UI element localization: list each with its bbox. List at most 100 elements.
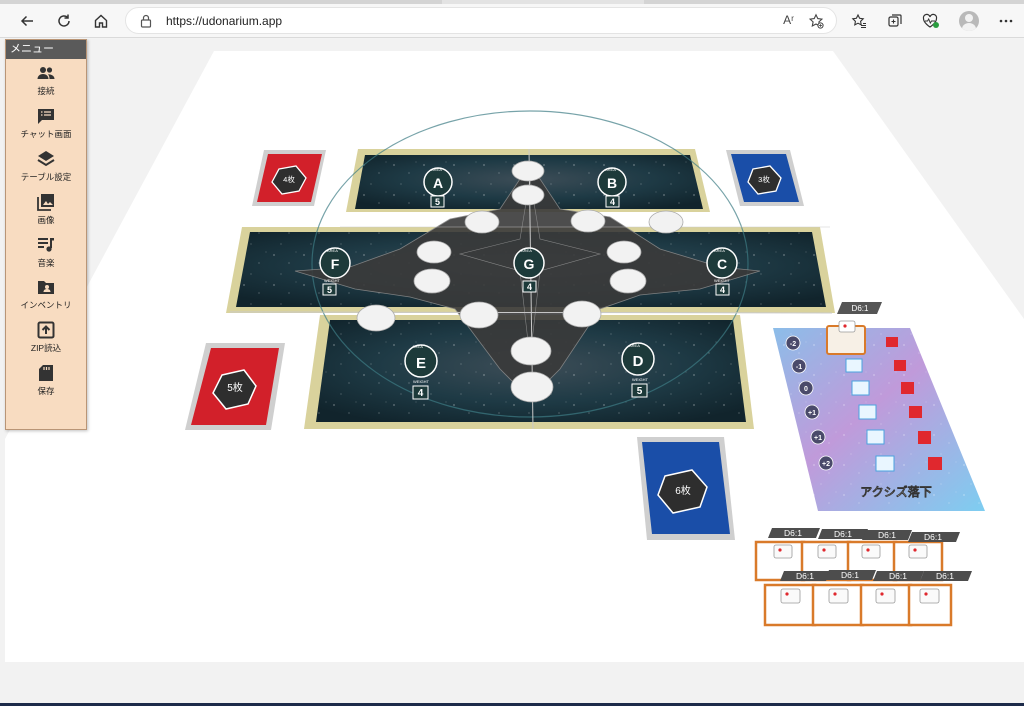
svg-text:AREA: AREA (629, 343, 640, 348)
svg-text:C: C (717, 256, 727, 272)
svg-text:AREA: AREA (327, 248, 338, 253)
menu-title[interactable]: メニュー (6, 40, 86, 59)
more-menu-button[interactable] (993, 8, 1019, 34)
menu-item-images[interactable]: 画像 (6, 187, 86, 230)
favorites-star-icon (851, 13, 866, 28)
svg-text:B: B (607, 175, 617, 191)
svg-text:WEIGHT: WEIGHT (324, 278, 341, 283)
favorites-button[interactable] (846, 8, 872, 34)
home-icon (94, 14, 108, 28)
add-favorite-icon[interactable] (808, 13, 824, 29)
die-label: D6:1 (878, 530, 896, 540)
position-token (464, 210, 500, 234)
position-token (609, 268, 647, 294)
svg-text:4: 4 (418, 388, 424, 399)
svg-text:WEIGHT: WEIGHT (632, 377, 649, 382)
svg-text:WEIGHT: WEIGHT (714, 278, 731, 283)
arrow-left-icon (20, 15, 33, 27)
svg-text:AREA: AREA (431, 167, 442, 172)
menu-item-connect[interactable]: 接続 (6, 59, 86, 102)
page-viewport: AREA A 5 AREA B 4 AREA C WEIGHT 4 AREA D… (0, 39, 1024, 703)
position-token (570, 209, 606, 233)
die-label: D6:1 (924, 532, 942, 542)
dice-tray[interactable]: D6:1 D6:1 D6:1 D6:1 D6:1 D6:1 D6:1 D6:1 (754, 528, 972, 627)
layers-icon (36, 149, 56, 169)
menu-item-table-settings[interactable]: テーブル設定 (6, 145, 86, 188)
svg-text:4: 4 (610, 197, 615, 207)
svg-text:5: 5 (637, 386, 643, 397)
card-deck-blue[interactable]: 6枚 (637, 437, 735, 540)
avatar (959, 11, 979, 31)
home-button[interactable] (88, 8, 114, 34)
svg-text:E: E (416, 355, 426, 372)
chat-icon (36, 106, 56, 126)
position-token (459, 301, 499, 329)
music-icon (36, 235, 56, 255)
track-title: アクシズ落下 (860, 484, 931, 499)
position-token (606, 240, 642, 264)
svg-text:-2: -2 (790, 341, 796, 348)
image-icon (36, 192, 56, 212)
svg-text:3枚: 3枚 (758, 174, 770, 184)
svg-text:4枚: 4枚 (283, 174, 295, 184)
profile-button[interactable] (956, 8, 982, 34)
position-token (356, 304, 396, 332)
menu-item-zip-load[interactable]: ZIP読込 (6, 316, 86, 359)
lock-icon[interactable] (140, 14, 152, 28)
browser-essentials-button[interactable] (918, 8, 944, 34)
svg-text:G: G (524, 256, 535, 272)
people-icon (36, 63, 56, 83)
svg-text:AREA: AREA (521, 248, 532, 253)
refresh-button[interactable] (51, 8, 77, 34)
svg-text:AREA: AREA (714, 248, 725, 253)
card-deck-red[interactable]: 4枚 (252, 150, 326, 206)
read-aloud-button[interactable]: Aʳ (783, 13, 794, 27)
die-label: D6:1 (834, 529, 852, 539)
die-label: D6:1 (841, 570, 859, 580)
position-token (413, 268, 451, 294)
svg-text:+1: +1 (808, 410, 816, 417)
svg-text:5枚: 5枚 (227, 381, 243, 394)
position-token (416, 240, 452, 264)
die-label: D6:1 (889, 571, 907, 581)
menu-item-music[interactable]: 音楽 (6, 230, 86, 273)
svg-text:4: 4 (527, 282, 532, 292)
die-label: D6:1 (796, 571, 814, 581)
side-menu: メニュー 接続 チャット画面 テーブル設定 画像 音楽 インベントリ ZIP読込… (5, 39, 87, 430)
position-token (648, 210, 684, 234)
svg-text:4: 4 (720, 285, 725, 295)
menu-item-inventory[interactable]: インベントリ (6, 273, 86, 316)
svg-text:-1: -1 (796, 364, 802, 371)
position-token (510, 336, 552, 366)
svg-text:D6:1: D6:1 (852, 304, 869, 313)
svg-text:5: 5 (327, 285, 332, 295)
die-label: D6:1 (784, 528, 802, 538)
svg-text:AREA: AREA (412, 344, 423, 349)
collections-icon (888, 14, 902, 27)
position-token (562, 300, 602, 328)
address-bar[interactable]: https://udonarium.app Aʳ (125, 7, 837, 34)
sd-card-icon (36, 363, 56, 383)
svg-text:A: A (433, 175, 443, 191)
menu-item-chat[interactable]: チャット画面 (6, 102, 86, 145)
svg-text:+2: +2 (822, 461, 830, 468)
svg-text:D: D (633, 353, 644, 370)
url-text[interactable]: https://udonarium.app (166, 14, 282, 28)
game-table-scene: AREA A 5 AREA B 4 AREA C WEIGHT 4 AREA D… (5, 51, 1024, 662)
refresh-icon (58, 14, 70, 27)
position-token (511, 184, 545, 206)
browser-toolbar: https://udonarium.app Aʳ (0, 4, 1024, 38)
svg-text:5: 5 (435, 197, 440, 207)
menu-item-save[interactable]: 保存 (6, 359, 86, 402)
svg-text:6枚: 6枚 (675, 484, 691, 497)
position-token (511, 160, 545, 182)
more-dots-icon (999, 19, 1013, 23)
heart-pulse-icon (922, 13, 939, 28)
svg-text:F: F (331, 256, 340, 272)
collections-button[interactable] (882, 8, 908, 34)
svg-text:WEIGHT: WEIGHT (413, 379, 430, 384)
position-token (510, 371, 554, 403)
svg-text:AREA: AREA (605, 167, 616, 172)
back-button[interactable] (14, 8, 40, 34)
svg-text:0: 0 (804, 386, 808, 393)
